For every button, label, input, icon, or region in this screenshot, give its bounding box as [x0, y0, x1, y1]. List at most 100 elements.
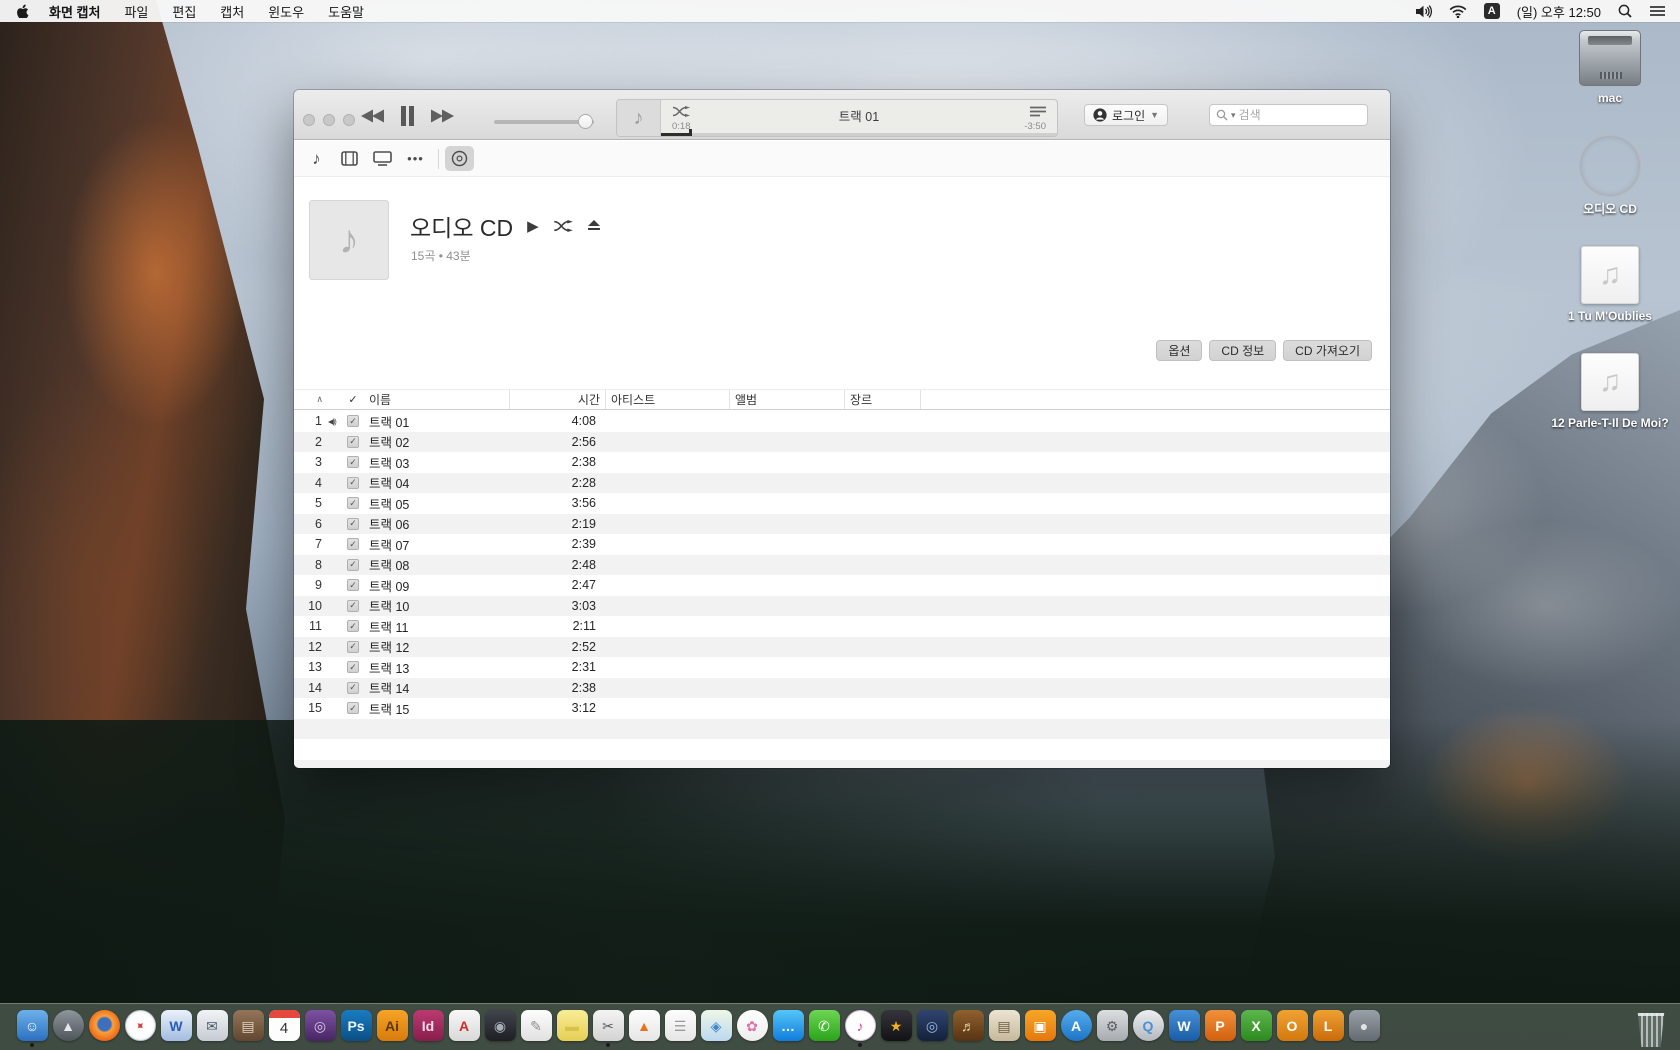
menu-item[interactable]: 파일 [124, 2, 148, 21]
dock-stickies-icon[interactable]: ▬ [556, 1010, 588, 1047]
dock-imovie-icon[interactable]: ★ [880, 1010, 912, 1047]
track-row[interactable]: 10✓트랙 103:03 [294, 596, 1390, 617]
dock-dvd-player-icon[interactable]: ◉ [484, 1010, 516, 1047]
track-checkbox[interactable]: ✓ [342, 497, 364, 509]
dock-utility-icon[interactable]: ● [1348, 1010, 1380, 1047]
notification-center-icon[interactable] [1649, 5, 1666, 17]
desktop-icon-audio-file[interactable]: ♫12 Parle-T-Il De Moi? [1550, 353, 1670, 431]
track-row[interactable]: 3✓트랙 032:38 [294, 452, 1390, 473]
track-row[interactable]: 12✓트랙 122:52 [294, 637, 1390, 658]
track-row[interactable]: 6✓트랙 062:19 [294, 514, 1390, 535]
dock-app-store-icon[interactable]: A [1060, 1010, 1092, 1047]
track-checkbox[interactable]: ✓ [342, 415, 364, 427]
track-checkbox[interactable]: ✓ [342, 477, 364, 489]
dock-vlc-icon[interactable]: ▲ [628, 1010, 660, 1047]
play-album-button[interactable]: ▶ [527, 217, 539, 235]
dock-safari-icon[interactable]: ✦ [124, 1010, 156, 1047]
dock-quicktime-icon[interactable]: Q [1132, 1010, 1164, 1047]
close-button[interactable] [303, 114, 315, 126]
audio-cd-tab-selected[interactable] [445, 146, 474, 171]
dock-pages-icon[interactable]: ▤ [988, 1010, 1020, 1047]
dock-lync-icon[interactable]: L [1312, 1010, 1344, 1047]
dock-mail-icon[interactable]: ✉ [196, 1010, 228, 1047]
track-checkbox[interactable]: ✓ [342, 641, 364, 653]
track-row[interactable]: 7✓트랙 072:39 [294, 534, 1390, 555]
track-checkbox[interactable]: ✓ [342, 579, 364, 591]
dock-indesign-icon[interactable]: Id [412, 1010, 444, 1047]
dock-toast-icon[interactable]: ◎ [304, 1010, 336, 1047]
track-checkbox[interactable]: ✓ [342, 682, 364, 694]
wifi-icon[interactable] [1449, 5, 1467, 18]
previous-button[interactable] [360, 109, 386, 123]
menu-bar-clock[interactable]: (일) 오후 12:50 [1517, 2, 1601, 21]
dock-acrobat-icon[interactable]: A [448, 1010, 480, 1047]
next-button[interactable] [429, 109, 455, 123]
more-tab-icon[interactable]: ••• [399, 151, 432, 166]
dock-idvd-icon[interactable]: ◎ [916, 1010, 948, 1047]
up-next-icon[interactable] [1030, 106, 1046, 117]
dock-calendar-icon[interactable]: 4 [268, 1010, 300, 1047]
shuffle-album-button[interactable] [553, 220, 573, 232]
dock-iweb-icon[interactable]: W [160, 1010, 192, 1047]
track-row[interactable]: 2✓트랙 022:56 [294, 432, 1390, 453]
volume-slider[interactable] [494, 120, 594, 124]
dock-photoshop-icon[interactable]: Ps [340, 1010, 372, 1047]
menu-item[interactable]: 도움말 [328, 2, 364, 21]
dock-maps-icon[interactable]: ◈ [700, 1010, 732, 1047]
tv-shows-tab-icon[interactable] [366, 151, 399, 166]
menu-app-name[interactable]: 화면 캡처 [49, 2, 100, 21]
dock-facetime-icon[interactable]: ✆ [808, 1010, 840, 1047]
desktop[interactable]: 화면 캡처파일편집캡처윈도우도움말 A (일) 오후 12:50 [0, 0, 1680, 1050]
search-field[interactable]: ▾ [1209, 104, 1368, 126]
desktop-icon-cd[interactable]: 오디오 CD [1550, 135, 1670, 217]
dock-itunes-icon[interactable]: ♪ [844, 1010, 876, 1047]
dock-word-icon[interactable]: W [1168, 1010, 1200, 1047]
volume-knob[interactable] [578, 114, 593, 129]
dock-messages-icon[interactable]: … [772, 1010, 804, 1047]
track-row[interactable]: 13✓트랙 132:31 [294, 657, 1390, 678]
volume-icon[interactable] [1415, 5, 1432, 18]
minimize-button[interactable] [323, 114, 335, 126]
menu-item[interactable]: 윈도우 [268, 2, 304, 21]
cd-info-button[interactable]: CD 정보 [1209, 340, 1276, 361]
dock-grab-icon[interactable]: ✂ [592, 1010, 624, 1047]
dock-excel-icon[interactable]: X [1240, 1010, 1272, 1047]
progress-bar[interactable] [661, 133, 1057, 136]
movies-tab-icon[interactable] [333, 151, 366, 166]
trash-icon[interactable] [1636, 1013, 1666, 1047]
zoom-button[interactable] [343, 114, 355, 126]
track-checkbox[interactable]: ✓ [342, 620, 364, 632]
playhead[interactable] [689, 129, 692, 136]
dock-contacts-icon[interactable]: ▤ [232, 1010, 264, 1047]
dock-illustrator-icon[interactable]: Ai [376, 1010, 408, 1047]
dock-garageband-icon[interactable]: ♬ [952, 1010, 984, 1047]
track-checkbox[interactable]: ✓ [342, 436, 364, 448]
apple-menu-icon[interactable] [16, 4, 29, 18]
cd-import-button[interactable]: CD 가져오기 [1283, 340, 1372, 361]
input-source-badge[interactable]: A [1484, 3, 1500, 19]
dock-powerpoint-icon[interactable]: P [1204, 1010, 1236, 1047]
dock-firefox-icon[interactable] [88, 1010, 120, 1047]
track-row[interactable]: 9✓트랙 092:47 [294, 575, 1390, 596]
track-checkbox[interactable]: ✓ [342, 661, 364, 673]
sort-indicator[interactable]: ∧ [294, 390, 324, 409]
track-row[interactable]: 15✓트랙 153:12 [294, 698, 1390, 719]
music-tab-icon[interactable]: ♪ [300, 149, 333, 169]
column-checkbox[interactable]: ✓ [342, 390, 364, 409]
track-checkbox[interactable]: ✓ [342, 518, 364, 530]
dock-textedit-icon[interactable]: ✎ [520, 1010, 552, 1047]
login-button[interactable]: 로그인 ▼ [1084, 104, 1168, 126]
track-row[interactable]: 11✓트랙 112:11 [294, 616, 1390, 637]
dock-outlook-icon[interactable]: O [1276, 1010, 1308, 1047]
track-row[interactable]: 5✓트랙 053:56 [294, 493, 1390, 514]
dock-launchpad-icon[interactable]: ▲ [52, 1010, 84, 1047]
spotlight-icon[interactable] [1618, 4, 1632, 18]
menu-item[interactable]: 편집 [172, 2, 196, 21]
eject-cd-button[interactable] [587, 220, 601, 232]
options-button[interactable]: 옵션 [1156, 340, 1202, 361]
desktop-icon-audio-file[interactable]: ♫1 Tu M'Oublies [1550, 246, 1670, 324]
column-album[interactable]: 앨범 [730, 390, 845, 409]
column-artist[interactable]: 아티스트 [606, 390, 730, 409]
dock-finder-icon[interactable]: ☺ [16, 1010, 48, 1047]
dock-system-preferences-icon[interactable]: ⚙ [1096, 1010, 1128, 1047]
